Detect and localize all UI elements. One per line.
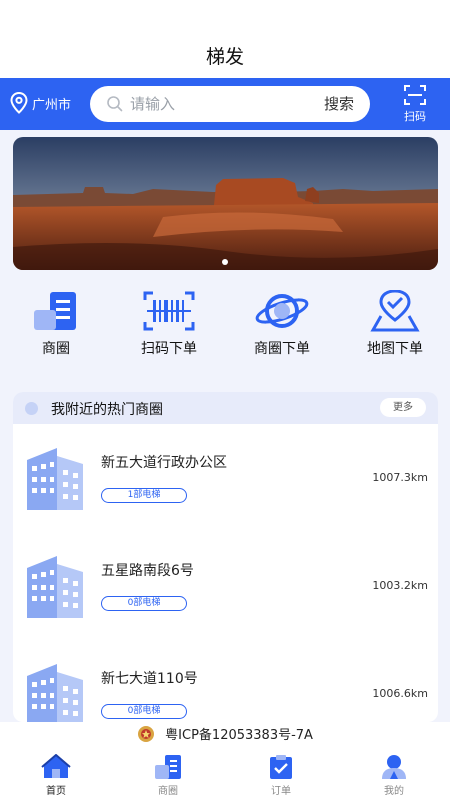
planet-icon — [255, 294, 309, 328]
search-input[interactable] — [130, 92, 300, 116]
area-name: 五星路南段6号 — [101, 563, 194, 579]
city-selector[interactable]: 广州市 — [10, 92, 71, 114]
distance-label: 1003.2km — [372, 579, 428, 592]
tab-business-area[interactable]: 商圈 — [138, 754, 198, 797]
search-box: 搜索 — [90, 86, 370, 122]
quick-action-business-area[interactable]: 商圈 — [6, 290, 106, 358]
office-building-icon — [27, 556, 83, 618]
hot-areas-header: 我附近的热门商圈 更多 — [13, 392, 438, 424]
building-stack-icon — [34, 292, 76, 330]
quick-action-label: 扫码下单 — [141, 341, 197, 357]
list-item[interactable]: 新五大道行政办公区 1部电梯 1007.3km — [13, 446, 438, 536]
list-item[interactable]: 新七大道110号 0部电梯 1006.6km — [13, 662, 438, 722]
office-building-icon — [27, 664, 83, 722]
tab-label: 首页 — [46, 786, 66, 797]
map-pin-check-icon — [370, 290, 420, 332]
tab-label: 我的 — [384, 786, 404, 797]
tab-label: 订单 — [271, 786, 291, 797]
scan-button[interactable]: 扫码 — [400, 84, 430, 124]
list-item[interactable]: 五星路南段6号 0部电梯 1003.2km — [13, 554, 438, 644]
office-building-icon — [27, 448, 83, 510]
quick-action-label: 商圈下单 — [254, 341, 310, 357]
hot-areas-card: 我附近的热门商圈 更多 新五大道行政办公区 1部电梯 1007.3km 五星路南… — [13, 392, 438, 722]
police-emblem-icon — [138, 726, 155, 742]
quick-action-map-order[interactable]: 地图下单 — [345, 290, 445, 358]
section-bullet — [25, 402, 38, 415]
quick-action-area-order[interactable]: 商圈下单 — [232, 290, 332, 358]
tab-home[interactable]: 首页 — [26, 754, 86, 797]
home-icon — [41, 754, 71, 778]
bottom-tab-bar: 首页 商圈 订单 我的 — [0, 750, 450, 800]
section-title: 我附近的热门商圈 — [51, 402, 163, 418]
area-name: 新五大道行政办公区 — [101, 455, 227, 471]
quick-action-label: 商圈 — [42, 341, 70, 357]
quick-actions: 商圈 扫码下单 商圈下单 地图下单 — [0, 290, 450, 360]
elevator-count-badge: 0部电梯 — [101, 596, 187, 611]
icp-footer: 粤ICP备12053383号-7A — [0, 722, 450, 750]
tab-orders[interactable]: 订单 — [251, 754, 311, 797]
page-title: 梯发 — [205, 46, 244, 68]
scan-label: 扫码 — [404, 110, 426, 123]
tab-profile[interactable]: 我的 — [364, 754, 424, 797]
distance-label: 1007.3km — [372, 471, 428, 484]
icp-text: 粤ICP备12053383号-7A — [165, 728, 313, 743]
search-icon — [107, 96, 123, 112]
tab-label: 商圈 — [158, 786, 178, 797]
elevator-count-badge: 0部电梯 — [101, 704, 187, 719]
barcode-scan-icon — [143, 291, 195, 331]
banner-image — [13, 137, 438, 270]
area-name: 新七大道110号 — [101, 671, 198, 687]
title-bar: 梯发 — [0, 0, 450, 78]
more-button[interactable]: 更多 — [380, 398, 426, 417]
clipboard-check-icon — [270, 755, 292, 779]
quick-action-scan-order[interactable]: 扫码下单 — [119, 290, 219, 358]
building-icon — [155, 755, 181, 779]
search-bar: 广州市 搜索 扫码 — [0, 78, 450, 130]
banner-carousel[interactable] — [13, 137, 438, 270]
quick-action-label: 地图下单 — [367, 341, 423, 357]
scan-icon — [404, 85, 426, 105]
user-icon — [382, 755, 406, 779]
distance-label: 1006.6km — [372, 687, 428, 700]
elevator-count-badge: 1部电梯 — [101, 488, 187, 503]
search-button[interactable]: 搜索 — [324, 93, 354, 114]
location-pin-icon — [10, 92, 28, 114]
carousel-indicator[interactable] — [222, 259, 228, 265]
city-label: 广州市 — [32, 97, 72, 113]
